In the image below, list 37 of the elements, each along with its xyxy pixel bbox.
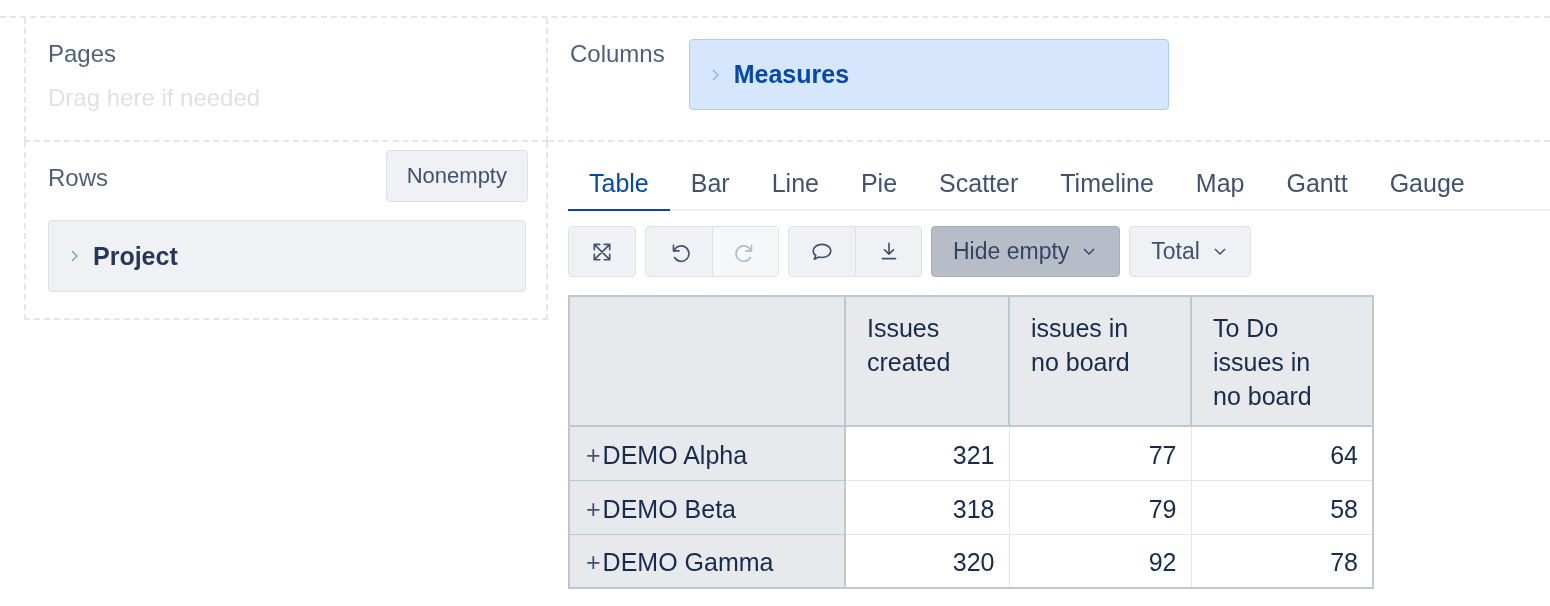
view-tab[interactable]: Timeline xyxy=(1039,162,1175,211)
row-label: DEMO Alpha xyxy=(602,440,748,469)
table-cell: 321 xyxy=(845,426,1009,480)
expand-toggle[interactable]: + xyxy=(586,548,601,576)
dimension-chip[interactable]: Measures xyxy=(688,39,1169,110)
view-tab[interactable]: Map xyxy=(1174,162,1266,211)
view-tab[interactable]: Line xyxy=(750,162,840,211)
table-cell: 318 xyxy=(845,480,1009,534)
view-tab[interactable]: Pie xyxy=(839,162,919,211)
row-label: DEMO Gamma xyxy=(602,548,774,576)
expand-toggle[interactable]: + xyxy=(586,494,601,523)
table-cell: 79 xyxy=(1009,480,1191,534)
chevron-down-icon xyxy=(1083,247,1096,256)
row-label: DEMO Beta xyxy=(602,494,736,523)
view-tab[interactable]: Scatter xyxy=(918,162,1040,211)
dropdown-button[interactable]: Hide empty xyxy=(931,226,1121,277)
view-tab[interactable]: Table xyxy=(568,162,670,211)
expand-toggle[interactable]: + xyxy=(586,440,601,469)
download-button[interactable] xyxy=(855,227,921,276)
section-label: Rows xyxy=(48,164,108,192)
section-label: Columns xyxy=(570,40,665,68)
section-label: Pages xyxy=(48,40,118,68)
view-tab[interactable]: Gantt xyxy=(1265,162,1369,211)
column-header: To Do issues in no board xyxy=(1191,296,1373,426)
fullscreen-icon xyxy=(591,240,613,263)
table-cell: 77 xyxy=(1009,426,1191,480)
view-tab[interactable]: Gauge xyxy=(1368,162,1486,211)
caret-right-icon xyxy=(709,67,720,82)
dimension-chip[interactable]: Project xyxy=(48,220,526,292)
column-header: issues in no board xyxy=(1009,296,1191,426)
chevron-down-icon xyxy=(1213,247,1226,256)
nonempty-button[interactable]: Nonempty xyxy=(385,150,528,202)
fullscreen-button[interactable] xyxy=(569,227,635,276)
view-tab[interactable]: Bar xyxy=(669,162,751,211)
dropdown-button[interactable]: Total xyxy=(1129,226,1251,277)
column-header: Issues created xyxy=(845,296,1009,426)
caret-right-icon xyxy=(69,249,79,263)
